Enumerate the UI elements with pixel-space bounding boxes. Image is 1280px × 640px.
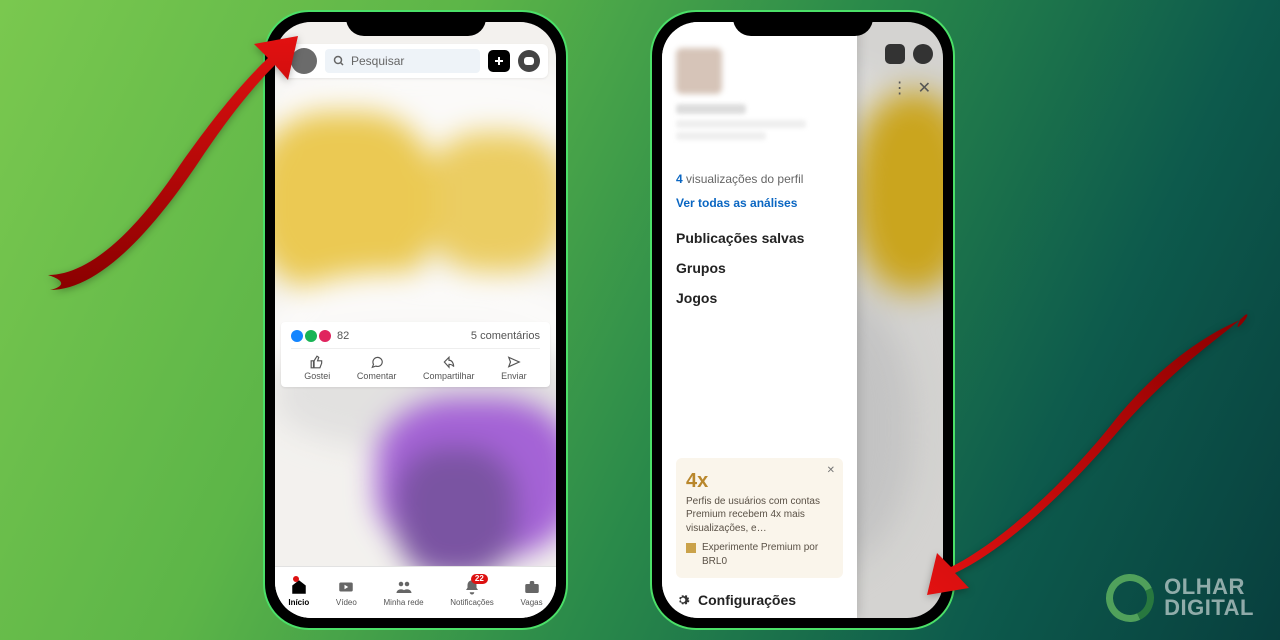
- premium-cta[interactable]: Experimente Premium por BRL0: [686, 541, 833, 568]
- analytics-link[interactable]: Ver todas as análises: [676, 196, 843, 210]
- nav-home-label: Início: [288, 598, 309, 607]
- top-bar: Pesquisar: [283, 44, 548, 78]
- send-button[interactable]: Enviar: [501, 355, 527, 381]
- like-reaction-icon: [291, 330, 303, 342]
- annotation-arrow-to-avatar: [30, 30, 310, 320]
- menu-groups[interactable]: Grupos: [676, 260, 843, 276]
- profile-views-row[interactable]: 4 visualizações do perfil: [676, 172, 843, 186]
- home-icon: [290, 578, 308, 596]
- drawer-menu: Publicações salvas Grupos Jogos: [676, 230, 843, 306]
- phone-notch: [346, 12, 486, 36]
- search-input[interactable]: Pesquisar: [325, 49, 480, 73]
- compose-button[interactable]: [488, 50, 510, 72]
- reaction-icons[interactable]: 82: [291, 330, 349, 342]
- premium-multiplier: 4x: [686, 468, 833, 495]
- send-icon: [507, 355, 521, 369]
- gear-icon: [676, 593, 690, 607]
- menu-games[interactable]: Jogos: [676, 290, 843, 306]
- settings-label: Configurações: [698, 592, 796, 608]
- nav-home[interactable]: Início: [288, 578, 309, 607]
- premium-body: Perfis de usuários com contas Premium re…: [686, 495, 833, 536]
- nav-network[interactable]: Minha rede: [384, 578, 424, 607]
- profile-name-redacted: [676, 104, 746, 114]
- love-reaction-icon: [319, 330, 331, 342]
- share-button[interactable]: Compartilhar: [423, 355, 475, 381]
- messages-button[interactable]: [518, 50, 540, 72]
- side-drawer: 4 visualizações do perfil Ver todas as a…: [662, 22, 857, 618]
- briefcase-icon: [523, 578, 541, 596]
- like-button[interactable]: Gostei: [304, 355, 330, 381]
- compose-button[interactable]: [885, 44, 905, 64]
- profile-headline-redacted-2: [676, 132, 766, 140]
- reaction-count: 82: [337, 330, 349, 342]
- nav-video-label: Vídeo: [336, 598, 357, 607]
- premium-upsell-card[interactable]: ✕ 4x Perfis de usuários com contas Premi…: [676, 458, 843, 579]
- screen-drawer: ⋮ ✕ 4 visualizações do perfil Ver todas …: [662, 22, 943, 618]
- search-icon: [333, 55, 345, 67]
- nav-video[interactable]: Vídeo: [336, 578, 357, 607]
- thumbs-up-icon: [310, 355, 324, 369]
- notif-badge: 22: [471, 574, 488, 584]
- phone-notch: [733, 12, 873, 36]
- profile-headline-redacted: [676, 120, 806, 128]
- premium-icon: [686, 543, 696, 553]
- share-icon: [442, 355, 456, 369]
- phone-drawer: ⋮ ✕ 4 visualizações do perfil Ver todas …: [650, 10, 955, 630]
- nav-jobs-label: Vagas: [521, 598, 543, 607]
- screen-feed: Pesquisar 82 5 comentários: [275, 22, 556, 618]
- close-icon[interactable]: ✕: [827, 464, 835, 478]
- comments-count[interactable]: 5 comentários: [471, 330, 540, 342]
- nav-notif-label: Notificações: [450, 598, 494, 607]
- drawer-top-icons: [885, 44, 933, 64]
- nav-network-label: Minha rede: [384, 598, 424, 607]
- profile-views-label: visualizações do perfil: [683, 172, 804, 186]
- close-drawer-button[interactable]: ✕: [918, 78, 931, 98]
- search-placeholder: Pesquisar: [351, 54, 404, 68]
- share-label: Compartilhar: [423, 371, 475, 381]
- settings-button[interactable]: Configurações: [676, 592, 843, 608]
- nav-jobs[interactable]: Vagas: [521, 578, 543, 607]
- feed-blur-overlay: [275, 22, 556, 618]
- send-label: Enviar: [501, 371, 527, 381]
- comment-button[interactable]: Comentar: [357, 355, 397, 381]
- bottom-nav: Início Vídeo Minha rede 22 Notificações …: [275, 566, 556, 618]
- menu-saved-posts[interactable]: Publicações salvas: [676, 230, 843, 246]
- plus-icon: [493, 55, 505, 67]
- profile-views-count: 4: [676, 172, 683, 186]
- like-label: Gostei: [304, 371, 330, 381]
- premium-cta-label: Experimente Premium por BRL0: [702, 541, 833, 568]
- network-icon: [395, 578, 413, 596]
- messages-button[interactable]: [913, 44, 933, 64]
- annotation-arrow-to-settings: [925, 295, 1255, 605]
- celebrate-reaction-icon: [305, 330, 317, 342]
- comment-icon: [370, 355, 384, 369]
- comment-label: Comentar: [357, 371, 397, 381]
- profile-avatar[interactable]: [676, 48, 722, 94]
- nav-notifications[interactable]: 22 Notificações: [450, 578, 494, 607]
- kebab-icon[interactable]: ⋮: [892, 78, 908, 98]
- video-icon: [337, 578, 355, 596]
- post-engagement-bar: 82 5 comentários Gostei Comentar Compart…: [281, 322, 550, 387]
